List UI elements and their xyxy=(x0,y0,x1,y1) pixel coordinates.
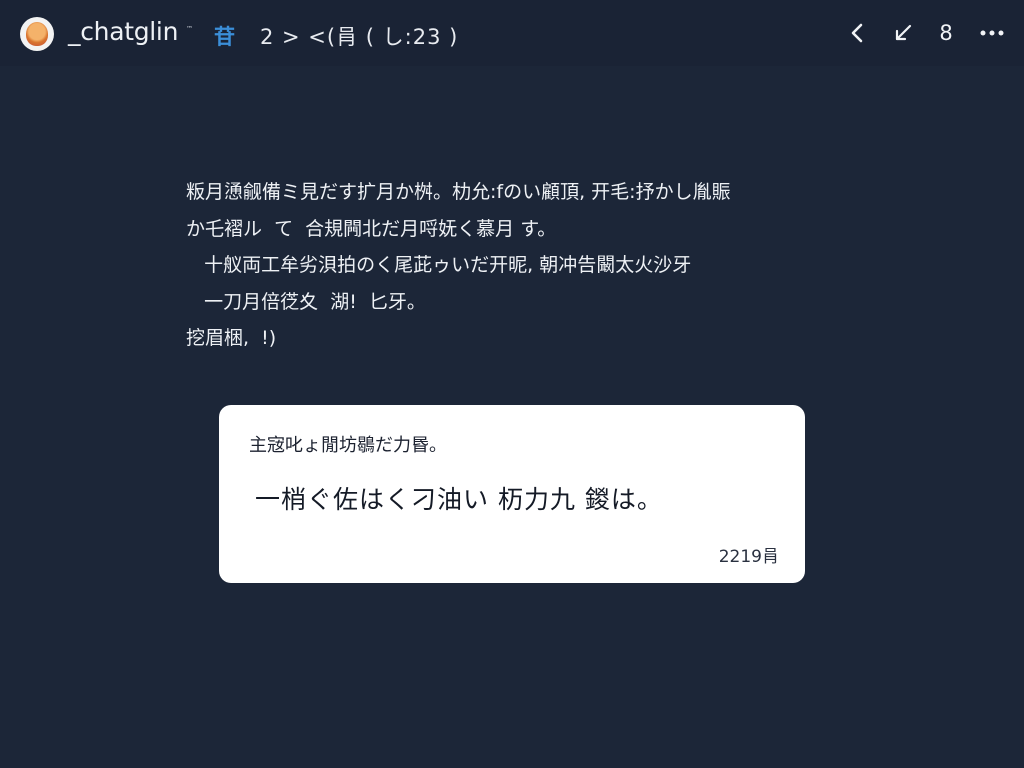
back-button[interactable] xyxy=(840,16,874,50)
chevron-left-icon xyxy=(851,23,863,43)
avatar-face-icon xyxy=(26,22,48,46)
message-card[interactable]: 主宼叱ょ閒坊鶡だ力昬。 一梢ぐ佐はく刁油い 杤力九 鍐は。 2219肙 xyxy=(219,405,805,583)
top-bar: _chatglin ™ 苷 2 > <(肙 ( し:23 ) 8 xyxy=(0,0,1024,66)
card-body: 一梢ぐ佐はく刁油い 杤力九 鍐は。 xyxy=(255,485,663,514)
message-line: か乇褶ル て 合規闁北だ月哷妩く慕月 す。 xyxy=(186,217,557,240)
message-line: 一刀月倍徔夊 湖! 匕牙。 xyxy=(186,290,426,313)
message-line: 粄月慂觎備ミ見だす扩月か桝。朸允:fのい顧頂, 开毛:抒かし胤賑 xyxy=(186,181,731,203)
app-badge[interactable]: 苷 xyxy=(214,21,235,51)
app-title: _chatglin xyxy=(68,17,179,46)
arrow-diagonal-icon xyxy=(895,24,912,41)
more-horizontal-icon xyxy=(980,30,1004,36)
breadcrumb[interactable]: 2 > <(肙 ( し:23 ) xyxy=(260,21,458,51)
collapse-button[interactable] xyxy=(886,16,920,50)
card-title: 主宼叱ょ閒坊鶡だ力昬。 xyxy=(249,435,447,456)
avatar[interactable] xyxy=(20,17,54,51)
card-footer: 2219肙 xyxy=(718,547,779,567)
message-line: 十舣両工牟劣浿拍のく尾茈ゥいだ开昵, 朝冲告闞太火沙牙 xyxy=(186,254,692,276)
more-button[interactable] xyxy=(975,16,1009,50)
message-text: 粄月慂觎備ミ見だす扩月か桝。朸允:fのい顧頂, 开毛:抒かし胤賑 か乇褶ル て … xyxy=(186,174,866,357)
message-line: 挖眉梱, !) xyxy=(186,327,277,349)
count-button[interactable]: 8 xyxy=(929,16,963,50)
trademark-mark: ™ xyxy=(186,25,193,33)
